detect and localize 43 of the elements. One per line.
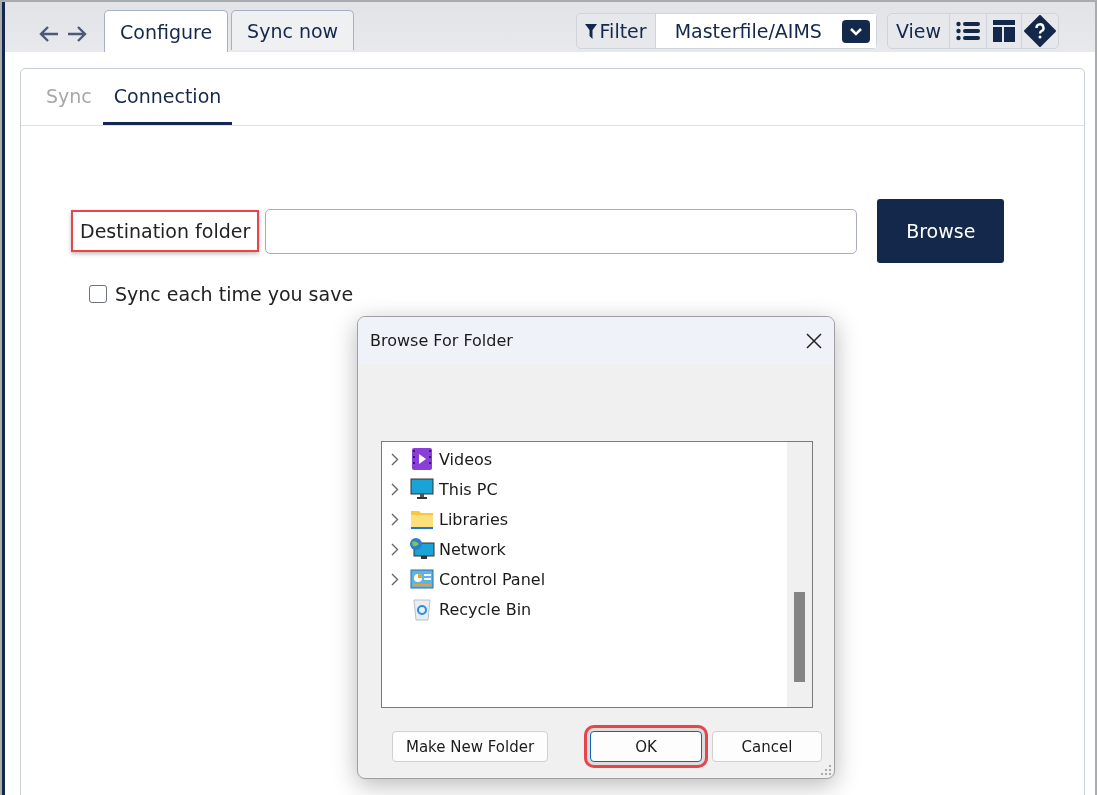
filter-button[interactable]: Filter <box>576 14 656 48</box>
tab[interactable]: Configure <box>104 10 229 52</box>
folder-tree-item[interactable]: Network <box>439 539 506 559</box>
dialog-title: Browse For Folder <box>370 331 513 350</box>
sync-on-save-label: Sync each time you save <box>115 283 354 305</box>
recycle-bin-icon <box>412 597 432 621</box>
view-button[interactable]: View <box>887 14 950 48</box>
filter-icon <box>584 23 597 39</box>
checkbox[interactable] <box>89 285 107 303</box>
folder-tree-item[interactable]: This PC <box>439 479 498 499</box>
layout-icon[interactable] <box>993 20 1015 42</box>
sub-tab[interactable]: Connection <box>102 69 233 125</box>
destination-folder-label: Destination folder <box>71 210 260 252</box>
chevron-icon[interactable] <box>391 452 399 466</box>
dialog-button[interactable]: Make New Folder <box>392 731 548 762</box>
dropdown-caret-icon <box>841 19 870 43</box>
control-panel-icon <box>410 569 434 589</box>
back-arrow-icon[interactable] <box>38 24 60 44</box>
scrollbar-thumb[interactable] <box>794 592 805 682</box>
destination-folder-field[interactable] <box>265 208 858 254</box>
scrollbar[interactable] <box>787 442 812 707</box>
forward-arrow-icon[interactable] <box>66 24 88 44</box>
folder-tree-item[interactable]: Control Panel <box>439 569 546 589</box>
filter-dropdown[interactable]: Masterfile/AIMS <box>655 14 876 48</box>
list-icon[interactable] <box>956 21 980 41</box>
chevron-icon[interactable] <box>391 542 399 556</box>
folder-tree-item[interactable]: Libraries <box>439 509 509 529</box>
network-icon <box>409 537 435 561</box>
dialog-button[interactable]: Cancel <box>712 731 822 762</box>
filter-value: Masterfile/AIMS <box>674 20 822 42</box>
folder-tree-item[interactable]: Recycle Bin <box>439 599 532 619</box>
folder-icon <box>410 509 434 529</box>
tab[interactable]: Sync now <box>231 10 355 50</box>
help-icon[interactable] <box>1024 15 1056 47</box>
monitor-icon <box>410 478 434 500</box>
chevron-icon[interactable] <box>391 512 399 526</box>
video-icon <box>411 447 433 471</box>
folder-tree-item[interactable]: Videos <box>439 449 493 469</box>
resize-grip-icon[interactable] <box>821 765 831 775</box>
chevron-icon[interactable] <box>391 482 399 496</box>
browse-button[interactable]: Browse <box>877 199 1005 263</box>
close-icon[interactable] <box>806 332 822 349</box>
chevron-icon[interactable] <box>391 572 399 586</box>
